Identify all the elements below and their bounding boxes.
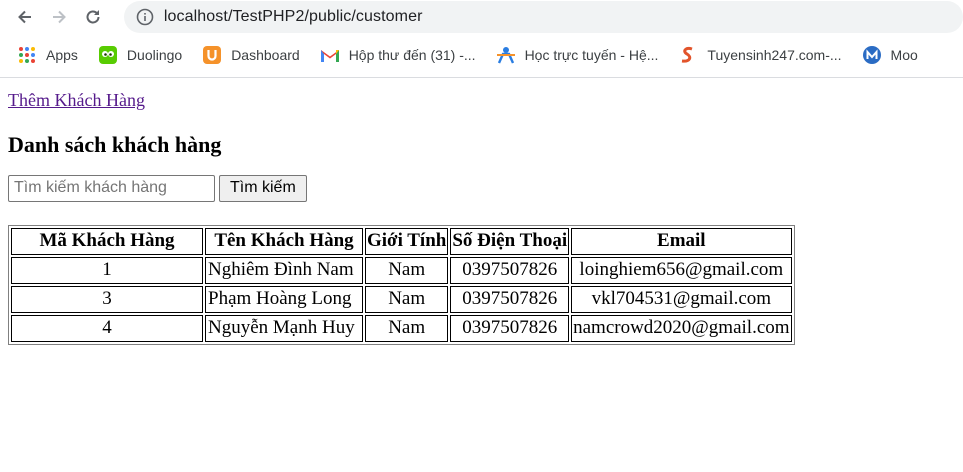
learning-icon (496, 45, 516, 65)
column-header-gender: Giới Tính (365, 227, 449, 255)
cell-email: namcrowd2020@gmail.com (571, 314, 792, 342)
column-header-name: Tên Khách Hàng (205, 227, 363, 255)
back-button[interactable] (8, 0, 42, 33)
reload-icon (86, 9, 100, 23)
cell-phone: 0397507826 (450, 256, 570, 284)
cell-email: loinghiem656@gmail.com (571, 256, 792, 284)
bookmark-hoc-truc-tuyen[interactable]: Học trực tuyến - Hệ... (496, 45, 659, 65)
table-row: 1 Nghiêm Đình Nam Nam 0397507826 loinghi… (11, 256, 792, 284)
table-header-row: Mã Khách Hàng Tên Khách Hàng Giới Tính S… (11, 227, 792, 255)
info-icon[interactable] (136, 8, 154, 26)
gmail-icon (320, 45, 340, 65)
add-customer-link[interactable]: Thêm Khách Hàng (8, 90, 145, 111)
table-row: 4 Nguyễn Mạnh Huy Nam 0397507826 namcrow… (11, 314, 792, 342)
browser-toolbar: localhost/TestPHP2/public/customer (0, 0, 963, 33)
apps-grid-icon (17, 45, 37, 65)
arrow-left-icon (18, 10, 31, 23)
bookmark-dashboard[interactable]: Dashboard (202, 45, 300, 65)
cell-email: vkl704531@gmail.com (571, 285, 792, 313)
page-content: Thêm Khách Hàng Danh sách khách hàng Tìm… (0, 78, 963, 345)
cell-gender: Nam (365, 256, 449, 284)
column-header-phone: Số Điện Thoại (450, 227, 570, 255)
cell-name: Phạm Hoàng Long (205, 285, 363, 313)
column-header-id: Mã Khách Hàng (11, 227, 203, 255)
duolingo-icon (98, 45, 118, 65)
bookmark-gmail[interactable]: Hộp thư đến (31) -... (320, 45, 476, 65)
search-form: Tìm kiếm (8, 174, 955, 202)
cell-id: 3 (11, 285, 203, 313)
tuyensinh-icon (678, 45, 698, 65)
forward-button[interactable] (42, 0, 76, 33)
bookmark-label: Tuyensinh247.com-... (707, 47, 842, 63)
bookmark-apps[interactable]: Apps (17, 45, 78, 65)
bookmark-tuyensinh247[interactable]: Tuyensinh247.com-... (678, 45, 842, 65)
customer-table: Mã Khách Hàng Tên Khách Hàng Giới Tính S… (8, 224, 795, 345)
bookmarks-bar: Apps Duolingo Dashboard Hộp thư đến (31)… (0, 33, 963, 78)
cell-gender: Nam (365, 285, 449, 313)
dashboard-u-icon (202, 45, 222, 65)
bookmark-moodle[interactable]: Moo (862, 45, 918, 65)
bookmark-label: Dashboard (231, 47, 300, 63)
bookmark-label: Học trực tuyến - Hệ... (524, 47, 659, 63)
cell-name: Nguyễn Mạnh Huy (205, 314, 363, 342)
address-bar[interactable]: localhost/TestPHP2/public/customer (123, 0, 963, 33)
search-input[interactable] (8, 174, 215, 202)
bookmark-duolingo[interactable]: Duolingo (98, 45, 182, 65)
cell-name: Nghiêm Đình Nam (205, 256, 363, 284)
table-row: 3 Phạm Hoàng Long Nam 0397507826 vkl7045… (11, 285, 792, 313)
bookmark-label: Moo (890, 47, 918, 63)
url-text[interactable]: localhost/TestPHP2/public/customer (164, 8, 423, 26)
cell-id: 1 (11, 256, 203, 284)
arrow-right-icon (52, 10, 66, 23)
cell-gender: Nam (365, 314, 449, 342)
moodle-icon (862, 45, 882, 65)
cell-id: 4 (11, 314, 203, 342)
reload-button[interactable] (76, 0, 110, 33)
bookmark-label: Apps (46, 47, 78, 63)
page-title: Danh sách khách hàng (8, 132, 222, 157)
bookmark-label: Hộp thư đến (31) -... (348, 47, 476, 63)
search-button[interactable]: Tìm kiếm (219, 174, 307, 202)
column-header-email: Email (571, 227, 792, 255)
cell-phone: 0397507826 (450, 285, 570, 313)
bookmark-label: Duolingo (126, 47, 183, 63)
cell-phone: 0397507826 (450, 314, 570, 342)
